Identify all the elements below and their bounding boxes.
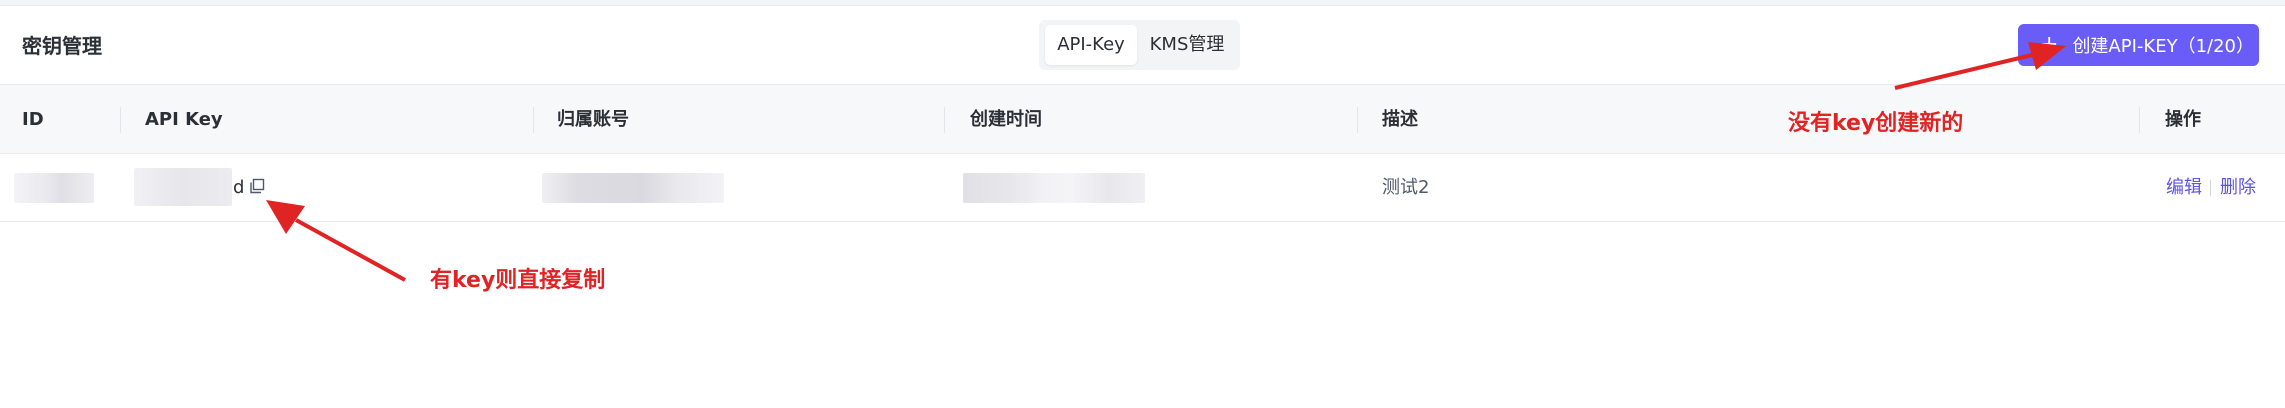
col-divider bbox=[533, 107, 534, 133]
col-actions: 操作 bbox=[2165, 109, 2201, 130]
col-description: 描述 bbox=[1382, 109, 1418, 130]
page-title: 密钥管理 bbox=[22, 34, 102, 58]
redacted-created-time bbox=[963, 173, 1145, 203]
create-hint-annotation: 没有key创建新的 bbox=[1788, 111, 1964, 136]
redacted-id bbox=[14, 173, 94, 203]
tab-kms[interactable]: KMS管理 bbox=[1141, 25, 1233, 65]
col-created-time: 创建时间 bbox=[970, 109, 1042, 130]
col-api-key: API Key bbox=[145, 109, 223, 130]
tab-group: API-Key KMS管理 bbox=[1039, 20, 1240, 70]
api-key-suffix: d bbox=[233, 177, 245, 198]
create-api-key-label: 创建API-KEY（1/20） bbox=[2072, 36, 2255, 57]
col-divider bbox=[120, 107, 121, 133]
tab-api-key[interactable]: API-Key bbox=[1045, 25, 1137, 65]
col-id: ID bbox=[22, 109, 44, 130]
action-divider bbox=[2210, 180, 2211, 196]
create-api-key-button[interactable]: + 创建API-KEY（1/20） bbox=[2018, 24, 2259, 66]
col-divider bbox=[944, 107, 945, 133]
copy-hint-annotation: 有key则直接复制 bbox=[430, 268, 606, 293]
col-account: 归属账号 bbox=[557, 109, 629, 130]
table-row: d 测试2 编辑 删除 bbox=[0, 154, 2285, 222]
redacted-account bbox=[542, 173, 724, 203]
col-divider bbox=[2139, 107, 2140, 133]
plus-icon: + bbox=[2040, 32, 2059, 57]
delete-link[interactable]: 删除 bbox=[2220, 154, 2256, 222]
top-border bbox=[0, 0, 2285, 6]
copy-icon[interactable] bbox=[249, 178, 265, 194]
edit-link[interactable]: 编辑 bbox=[2166, 154, 2202, 222]
redacted-api-key bbox=[134, 168, 232, 206]
col-divider bbox=[1357, 107, 1358, 133]
row-description: 测试2 bbox=[1382, 177, 1430, 198]
